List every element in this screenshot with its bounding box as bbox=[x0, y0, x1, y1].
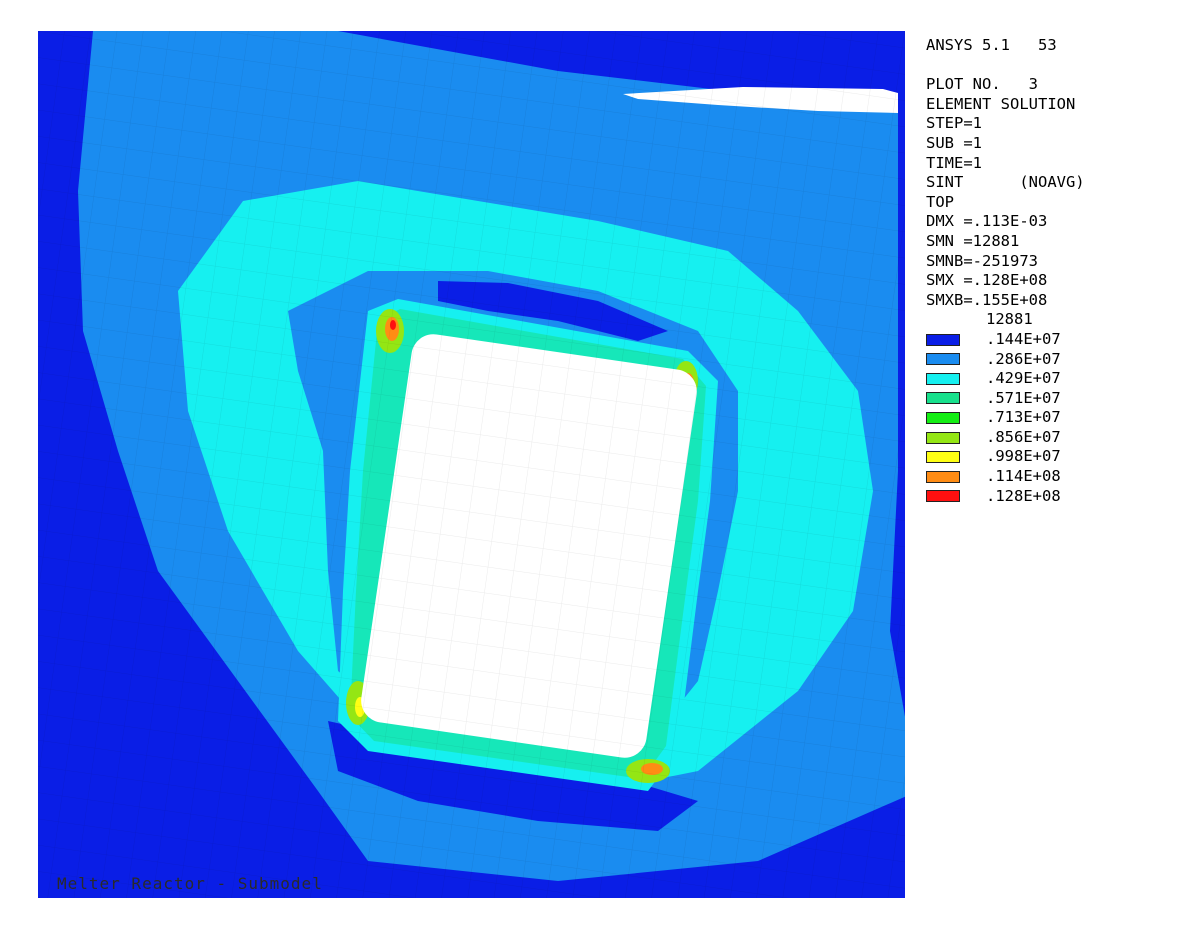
legend-entry: .114E+08 bbox=[926, 467, 1186, 487]
info-line: PLOT NO. 3 bbox=[926, 75, 1038, 94]
legend-label: .571E+07 bbox=[986, 388, 1061, 407]
info-line: TOP bbox=[926, 192, 954, 211]
legend-label: .144E+07 bbox=[986, 329, 1061, 348]
legend-swatch bbox=[926, 372, 960, 385]
legend-label: .856E+07 bbox=[986, 427, 1061, 446]
program-name: ANSYS 5.1 bbox=[926, 36, 1010, 54]
info-line: STEP=1 bbox=[926, 114, 982, 133]
legend-label: .128E+08 bbox=[986, 486, 1061, 505]
legend-entry: .286E+07 bbox=[926, 350, 1186, 370]
legend-swatch bbox=[926, 353, 960, 366]
legend-label: .114E+08 bbox=[986, 467, 1061, 486]
legend-entry: .713E+07 bbox=[926, 408, 1186, 428]
legend-entry: .998E+07 bbox=[926, 447, 1186, 467]
legend-rows: .144E+07.286E+07.429E+07.571E+07.713E+07… bbox=[926, 330, 1186, 506]
legend-label: .429E+07 bbox=[986, 369, 1061, 388]
header-line: ANSYS 5.1 53 bbox=[926, 36, 1186, 56]
plot-id: 53 bbox=[1038, 36, 1057, 54]
legend-label: .286E+07 bbox=[986, 349, 1061, 368]
mesh-overlay bbox=[38, 31, 905, 898]
info-line: SUB =1 bbox=[926, 133, 982, 152]
legend-swatch bbox=[926, 333, 960, 346]
plot-caption: Melter Reactor - Submodel bbox=[57, 874, 323, 893]
stress-contour-svg bbox=[38, 31, 905, 898]
legend-entry: .429E+07 bbox=[926, 369, 1186, 389]
info-line: DMX =.113E-03 bbox=[926, 212, 1048, 231]
info-line: ELEMENT SOLUTION bbox=[926, 94, 1076, 113]
info-line: SMN =12881 bbox=[926, 231, 1020, 250]
info-line: SMXB=.155E+08 bbox=[926, 290, 1048, 309]
legend-swatch bbox=[926, 470, 960, 483]
legend-entry: .571E+07 bbox=[926, 389, 1186, 409]
legend-entry: .128E+08 bbox=[926, 487, 1186, 507]
legend-swatch bbox=[926, 451, 960, 464]
legend-swatch bbox=[926, 412, 960, 425]
info-line: TIME=1 bbox=[926, 153, 982, 172]
info-line: SMX =.128E+08 bbox=[926, 271, 1048, 290]
legend-label: .998E+07 bbox=[986, 447, 1061, 466]
legend-min-label: 12881 bbox=[986, 310, 1033, 329]
legend-entry: .856E+07 bbox=[926, 428, 1186, 448]
legend-entry: .144E+07 bbox=[926, 330, 1186, 350]
color-legend: 12881 .144E+07.286E+07.429E+07.571E+07.7… bbox=[926, 310, 1186, 506]
legend-label: .713E+07 bbox=[986, 408, 1061, 427]
contour-plot bbox=[38, 31, 905, 898]
legend-swatch bbox=[926, 392, 960, 405]
header-gap bbox=[926, 56, 1186, 76]
legend-swatch bbox=[926, 431, 960, 444]
legend-swatch bbox=[926, 490, 960, 503]
info-line: SINT (NOAVG) bbox=[926, 173, 1085, 192]
info-line: SMNB=-251973 bbox=[926, 251, 1038, 270]
info-panel: ANSYS 5.1 53 PLOT NO. 3 ELEMENT SOLUTION… bbox=[926, 36, 1186, 506]
